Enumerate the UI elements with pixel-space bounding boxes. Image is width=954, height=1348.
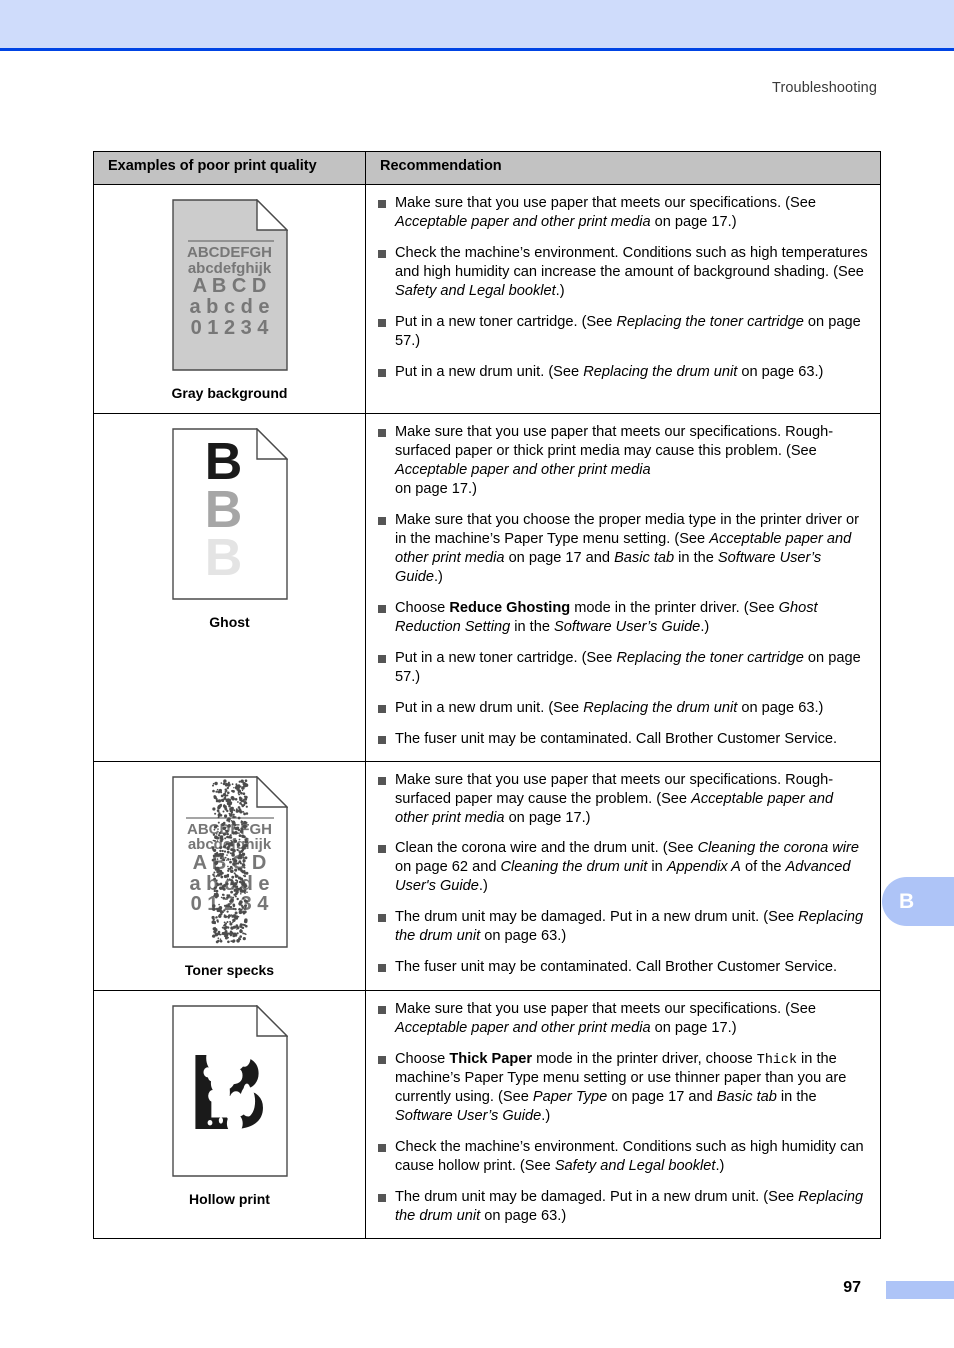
recommendation-list: Make sure that you use paper that meets … xyxy=(372,1000,870,1226)
table-row: B Hollow printMake sure that you use pap… xyxy=(93,989,881,1239)
recommendation-cell: Make sure that you use paper that meets … xyxy=(365,989,881,1239)
recommendation-item: Put in a new drum unit. (See Replacing t… xyxy=(372,699,870,718)
recommendation-item: Make sure that you use paper that meets … xyxy=(372,771,870,828)
recommendation-item: Make sure that you choose the proper med… xyxy=(372,511,870,587)
recommendation-item: Put in a new toner cartridge. (See Repla… xyxy=(372,313,870,351)
recommendation-item: Make sure that you use paper that meets … xyxy=(372,194,870,232)
hollow-print-sample-image: B xyxy=(171,1004,288,1177)
page-number: 97 xyxy=(843,1279,861,1296)
running-header-title: Troubleshooting xyxy=(772,80,877,96)
gray-background-sample-image: ABCDEFGH abcdefghijk A B C Da b c d e0 1 2… xyxy=(171,199,288,371)
column-header-examples: Examples of poor print quality xyxy=(93,151,366,185)
ghost-sample-image: BBB xyxy=(171,428,288,600)
column-header-recommendation: Recommendation xyxy=(365,151,881,185)
sample-cell: B Hollow print xyxy=(93,989,366,1239)
recommendation-item: Choose Reduce Ghosting mode in the print… xyxy=(372,599,870,637)
sample-cell: ABCDEFGHabcdefghijkA B C Da b c d e0 1 2… xyxy=(93,184,366,414)
recommendation-list: Make sure that you use paper that meets … xyxy=(372,771,870,978)
recommendation-cell: Make sure that you use paper that meets … xyxy=(365,760,881,991)
recommendation-item: Check the machine’s environment. Conditi… xyxy=(372,244,870,301)
recommendation-item: The fuser unit may be contaminated. Call… xyxy=(372,958,870,977)
table-header-row: Examples of poor print quality Recommend… xyxy=(93,151,881,185)
recommendation-list: Make sure that you use paper that meets … xyxy=(372,194,870,382)
recommendation-list: Make sure that you use paper that meets … xyxy=(372,423,870,749)
recommendation-item: Clean the corona wire and the drum unit.… xyxy=(372,839,870,896)
table-row: ABCDEFGHabcdefghijkA B C Da b c d e0 1 2… xyxy=(93,760,881,991)
recommendation-item: The fuser unit may be contaminated. Call… xyxy=(372,730,870,749)
top-rule-divider xyxy=(0,48,954,51)
sample-caption: Toner specks xyxy=(184,961,275,978)
recommendation-item: Make sure that you use paper that meets … xyxy=(372,423,870,499)
print-quality-troubleshooting-table: Examples of poor print quality Recommend… xyxy=(93,151,881,1239)
recommendation-item: Check the machine’s environment. Conditi… xyxy=(372,1138,870,1176)
recommendation-item: Put in a new drum unit. (See Replacing t… xyxy=(372,363,870,382)
recommendation-item: The drum unit may be damaged. Put in a n… xyxy=(372,908,870,946)
footer-color-swatch xyxy=(886,1281,954,1299)
sample-cell: ABCDEFGHabcdefghijkA B C Da b c d e0 1 2… xyxy=(93,760,366,991)
chapter-side-tab-label: B xyxy=(899,889,915,913)
table-body: ABCDEFGH abcdefghijk A B C Da b c d e0 1 2… xyxy=(93,184,881,1239)
hollow-letter: B xyxy=(186,1045,270,1137)
sample-caption: Gray background xyxy=(171,385,288,401)
table-row: ABCDEFGHabcdefghijkA B C Da b c d e0 1 2… xyxy=(93,184,881,414)
page-footer: 97 xyxy=(0,1279,954,1303)
sample-caption: Ghost xyxy=(209,614,250,630)
table-row: B B B Ghost Make sure that you use paper tha… xyxy=(93,413,881,762)
top-decorative-band xyxy=(0,0,954,48)
toner-speck-band xyxy=(173,778,287,946)
recommendation-item: Make sure that you use paper that meets … xyxy=(372,1000,870,1038)
recommendation-item: Put in a new toner cartridge. (See Repla… xyxy=(372,649,870,687)
toner-specks-sample-image: ABCDEFGHabcdefghijkA B C Da b c d e0 1 2… xyxy=(171,775,288,948)
recommendation-cell: Make sure that you use paper that meets … xyxy=(365,413,881,762)
sample-cell: B B B Ghost xyxy=(93,413,366,762)
recommendation-item: The drum unit may be damaged. Put in a n… xyxy=(372,1188,870,1226)
sample-caption: Hollow print xyxy=(189,1190,270,1207)
recommendation-cell: Make sure that you use paper that meets … xyxy=(365,184,881,414)
chapter-side-tab: B xyxy=(882,877,954,926)
recommendation-item: Choose Thick Paper mode in the printer d… xyxy=(372,1050,870,1126)
